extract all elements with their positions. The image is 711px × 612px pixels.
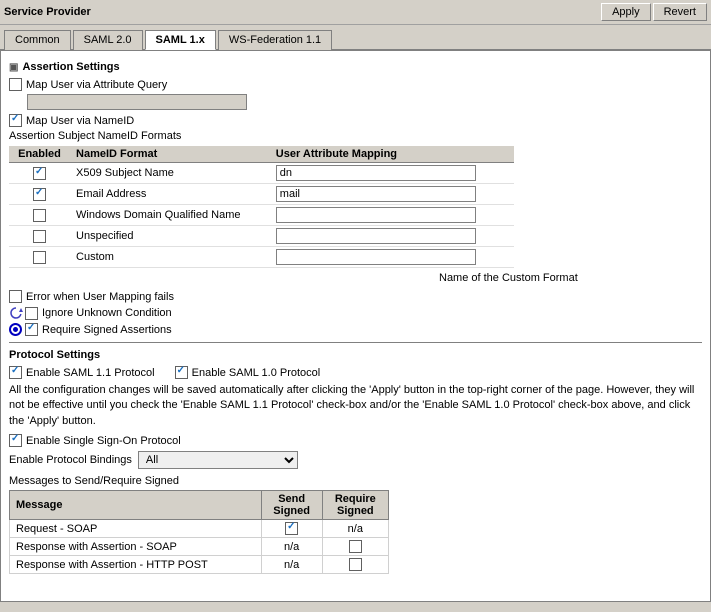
revert-button[interactable]: Revert bbox=[653, 3, 707, 21]
assertion-settings-title: Assertion Settings bbox=[22, 61, 119, 73]
require-signed-checkbox[interactable] bbox=[25, 323, 38, 336]
page-title: Service Provider bbox=[4, 6, 91, 18]
tab-saml20[interactable]: SAML 2.0 bbox=[73, 30, 143, 50]
enable-sso-label: Enable Single Sign-On Protocol bbox=[26, 435, 181, 447]
map-user-nameid-checkbox[interactable] bbox=[9, 114, 22, 127]
ignore-unknown-checkbox[interactable] bbox=[25, 307, 38, 320]
protocol-bindings-select[interactable]: All HTTP POST HTTP Redirect SOAP bbox=[138, 451, 298, 469]
nameid-row-x509: X509 Subject Name bbox=[9, 163, 514, 184]
msg-response-http-send-na: n/a bbox=[284, 559, 299, 571]
error-mapping-checkbox[interactable] bbox=[9, 290, 22, 303]
section-divider bbox=[9, 342, 702, 343]
nameid-custom-label: Custom bbox=[70, 247, 270, 268]
protocol-note: All the configuration changes will be sa… bbox=[9, 383, 702, 429]
enable-sso-row: Enable Single Sign-On Protocol bbox=[9, 434, 702, 447]
enable-sso-checkbox[interactable] bbox=[9, 434, 22, 447]
map-user-nameid-row: Map User via NameID bbox=[9, 114, 702, 127]
col-message: Message bbox=[10, 491, 262, 520]
custom-format-label: Name of the Custom Format bbox=[439, 272, 578, 284]
enable-saml10-checkbox[interactable] bbox=[175, 366, 188, 379]
assertion-settings-header: ▣ Assertion Settings bbox=[9, 61, 702, 73]
nameid-table: Enabled NameID Format User Attribute Map… bbox=[9, 146, 514, 268]
error-mapping-row: Error when User Mapping fails Ignore Unk… bbox=[9, 290, 702, 336]
col-require-signed: RequireSigned bbox=[322, 491, 388, 520]
col-nameid-format: NameID Format bbox=[70, 146, 270, 163]
apply-button[interactable]: Apply bbox=[601, 3, 651, 21]
nameid-unspecified-checkbox[interactable] bbox=[33, 230, 46, 243]
messages-section: Messages to Send/Require Signed Message … bbox=[9, 475, 702, 574]
attribute-query-input-row bbox=[27, 94, 702, 110]
nameid-windows-checkbox[interactable] bbox=[33, 209, 46, 222]
protocol-bindings-row: Enable Protocol Bindings All HTTP POST H… bbox=[9, 451, 702, 469]
msg-response-http-require-checkbox[interactable] bbox=[349, 558, 362, 571]
tab-wsfed[interactable]: WS-Federation 1.1 bbox=[218, 30, 332, 50]
custom-format-note-row: Name of the Custom Format bbox=[439, 272, 702, 284]
nameid-x509-mapping[interactable] bbox=[276, 165, 476, 181]
msg-soap-request-require-na: n/a bbox=[348, 523, 363, 535]
map-user-attribute-query-row: Map User via Attribute Query bbox=[9, 78, 702, 91]
refresh-icon bbox=[9, 306, 23, 320]
map-user-attribute-query-checkbox[interactable] bbox=[9, 78, 22, 91]
tab-saml1x[interactable]: SAML 1.x bbox=[145, 30, 216, 50]
map-user-nameid-label: Map User via NameID bbox=[26, 115, 134, 127]
nameid-x509-label: X509 Subject Name bbox=[70, 163, 270, 184]
attribute-query-input[interactable] bbox=[27, 94, 247, 110]
ignore-unknown-label: Ignore Unknown Condition bbox=[42, 307, 172, 319]
msg-response-soap-send-na: n/a bbox=[284, 541, 299, 553]
nameid-custom-mapping[interactable] bbox=[276, 249, 476, 265]
enable-saml11-checkbox[interactable] bbox=[9, 366, 22, 379]
tab-common[interactable]: Common bbox=[4, 30, 71, 50]
msg-row-response-soap: Response with Assertion - SOAP n/a bbox=[10, 538, 389, 556]
msg-soap-request-send-checkbox[interactable] bbox=[285, 522, 298, 535]
nameid-windows-mapping[interactable] bbox=[276, 207, 476, 223]
protocol-enable-row: Enable SAML 1.1 Protocol Enable SAML 1.0… bbox=[9, 366, 702, 379]
nameid-row-custom: Custom bbox=[9, 247, 514, 268]
nameid-email-checkbox[interactable] bbox=[33, 188, 46, 201]
protocol-settings-title: Protocol Settings bbox=[9, 349, 100, 361]
title-bar-buttons: Apply Revert bbox=[601, 3, 707, 21]
protocol-settings-header: Protocol Settings bbox=[9, 349, 702, 361]
nameid-row-windows: Windows Domain Qualified Name bbox=[9, 205, 514, 226]
require-signed-radio[interactable] bbox=[9, 323, 22, 336]
msg-response-soap-label: Response with Assertion - SOAP bbox=[10, 538, 262, 556]
nameid-unspecified-label: Unspecified bbox=[70, 226, 270, 247]
col-send-signed: SendSigned bbox=[261, 491, 322, 520]
nameid-row-unspecified: Unspecified bbox=[9, 226, 514, 247]
msg-row-soap-request: Request - SOAP n/a bbox=[10, 520, 389, 538]
nameid-row-email: Email Address bbox=[9, 184, 514, 205]
msg-response-http-label: Response with Assertion - HTTP POST bbox=[10, 556, 262, 574]
nameid-unspecified-mapping[interactable] bbox=[276, 228, 476, 244]
messages-label: Messages to Send/Require Signed bbox=[9, 475, 702, 487]
tab-bar: Common SAML 2.0 SAML 1.x WS-Federation 1… bbox=[0, 25, 711, 50]
nameid-custom-checkbox[interactable] bbox=[33, 251, 46, 264]
messages-table: Message SendSigned RequireSigned Request… bbox=[9, 490, 389, 574]
require-signed-label: Require Signed Assertions bbox=[42, 324, 172, 336]
enable-saml10-label: Enable SAML 1.0 Protocol bbox=[192, 367, 321, 379]
title-bar: Service Provider Apply Revert bbox=[0, 0, 711, 25]
collapse-icon[interactable]: ▣ bbox=[9, 62, 18, 73]
map-user-attribute-query-label: Map User via Attribute Query bbox=[26, 79, 167, 91]
main-content: ▣ Assertion Settings Map User via Attrib… bbox=[0, 50, 711, 602]
nameid-email-mapping[interactable] bbox=[276, 186, 476, 202]
msg-soap-request-label: Request - SOAP bbox=[10, 520, 262, 538]
msg-response-soap-require-checkbox[interactable] bbox=[349, 540, 362, 553]
protocol-bindings-label: Enable Protocol Bindings bbox=[9, 454, 132, 466]
msg-row-response-http: Response with Assertion - HTTP POST n/a bbox=[10, 556, 389, 574]
nameid-x509-checkbox[interactable] bbox=[33, 167, 46, 180]
nameid-section-label: Assertion Subject NameID Formats bbox=[9, 130, 702, 142]
error-mapping-label: Error when User Mapping fails bbox=[26, 291, 174, 303]
col-user-attr-mapping: User Attribute Mapping bbox=[270, 146, 514, 163]
col-enabled: Enabled bbox=[9, 146, 70, 163]
nameid-windows-label: Windows Domain Qualified Name bbox=[70, 205, 270, 226]
enable-saml11-label: Enable SAML 1.1 Protocol bbox=[26, 367, 155, 379]
nameid-email-label: Email Address bbox=[70, 184, 270, 205]
